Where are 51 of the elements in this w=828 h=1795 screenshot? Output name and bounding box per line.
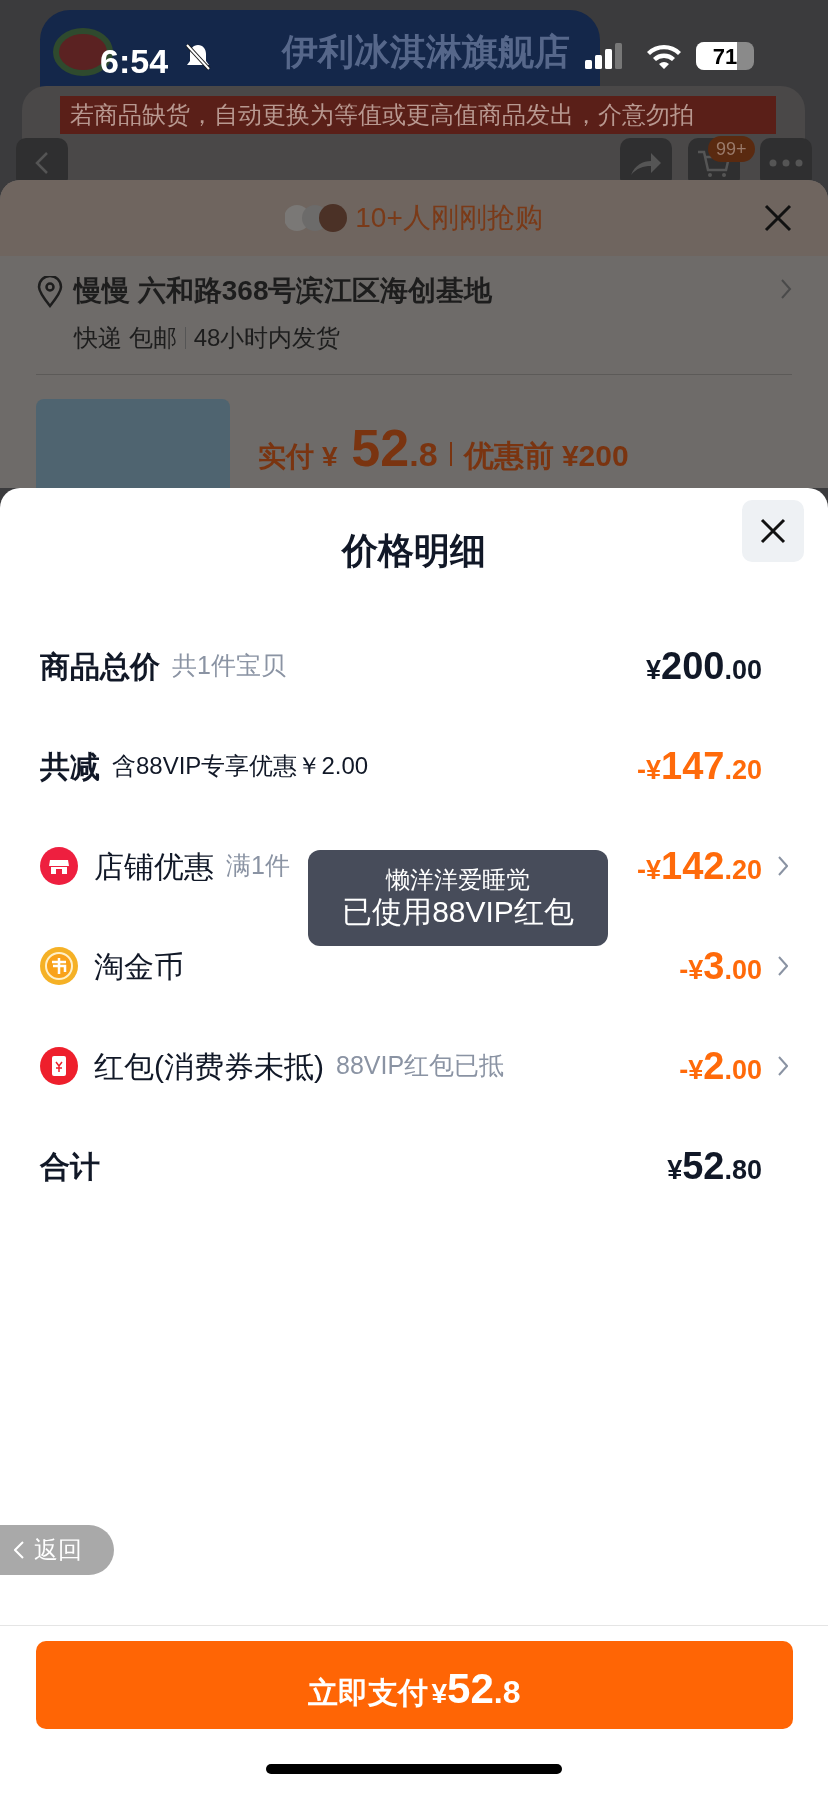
sheet-title: 价格明细 [342, 529, 486, 573]
amount-text: -¥147.20 [637, 743, 762, 789]
row-note: 88VIP红包已抵 [336, 1050, 505, 1082]
buyers-text: 10+人刚刚抢购 [355, 201, 543, 235]
paid-price: ¥ 52.8 [322, 418, 438, 479]
amount-text: ¥52.80 [667, 1143, 762, 1189]
avatar-icons [285, 201, 348, 235]
toast-text: 已使用88VIP红包 [342, 894, 574, 931]
row-label: 店铺优惠 [94, 848, 214, 885]
chevron-right-icon [778, 956, 788, 976]
toast-text: 懒洋洋爱睡觉 [386, 865, 530, 895]
signal-icon [585, 43, 625, 69]
chevron-right-icon [778, 1056, 788, 1076]
cart-badge: 99+ [708, 136, 755, 162]
store-title: 伊利冰淇淋旗舰店 [282, 30, 570, 74]
row-label: 合计 [40, 1148, 100, 1185]
coin-icon [40, 947, 78, 985]
row-note: 含88VIP专享优惠￥2.00 [112, 751, 369, 781]
amount-text: -¥3.00 [679, 943, 762, 989]
chevron-left-icon [14, 1541, 24, 1559]
close-icon [760, 518, 786, 544]
chevron-right-icon [780, 278, 792, 300]
row-note: 共1件宝贝 [172, 650, 286, 682]
envelope-icon [40, 1047, 78, 1085]
more-icon [769, 159, 803, 167]
location-pin-icon [36, 276, 64, 308]
row-label: 淘金币 [94, 948, 184, 985]
amount-text: -¥142.20 [637, 843, 762, 889]
amount-text: ¥200.00 [646, 643, 762, 689]
address-text: 慢慢 六和路368号滨江区海创基地 [74, 274, 494, 308]
close-icon [764, 204, 792, 232]
wifi-icon [645, 42, 683, 70]
shipping-info: 48小时内发货 [193, 323, 341, 353]
row-note: 满1件 [226, 850, 290, 882]
chevron-right-icon [778, 856, 788, 876]
status-time: 6:54 [100, 41, 169, 82]
shop-icon [40, 847, 78, 885]
original-price: 优惠前 ¥200 [463, 438, 629, 474]
notice-banner: 若商品缺货，自动更换为等值或更高值商品发出，介意勿拍 [60, 96, 776, 134]
back-button[interactable]: 返回 [0, 1525, 114, 1575]
price-label: 实付 [258, 440, 314, 474]
row-label: 红包(消费券未抵) [94, 1048, 324, 1085]
bell-muted-icon [184, 42, 212, 72]
pay-button[interactable]: 立即支付¥52.8 [35, 1641, 793, 1729]
battery-indicator: 71 [696, 42, 754, 70]
shipping-info: 快递 包邮 [74, 323, 177, 353]
row-label: 共减 [40, 748, 100, 785]
close-button[interactable] [742, 500, 804, 562]
row-label: 商品总价 [40, 648, 160, 685]
chevron-left-icon [35, 151, 49, 175]
amount-text: -¥2.00 [679, 1043, 762, 1089]
